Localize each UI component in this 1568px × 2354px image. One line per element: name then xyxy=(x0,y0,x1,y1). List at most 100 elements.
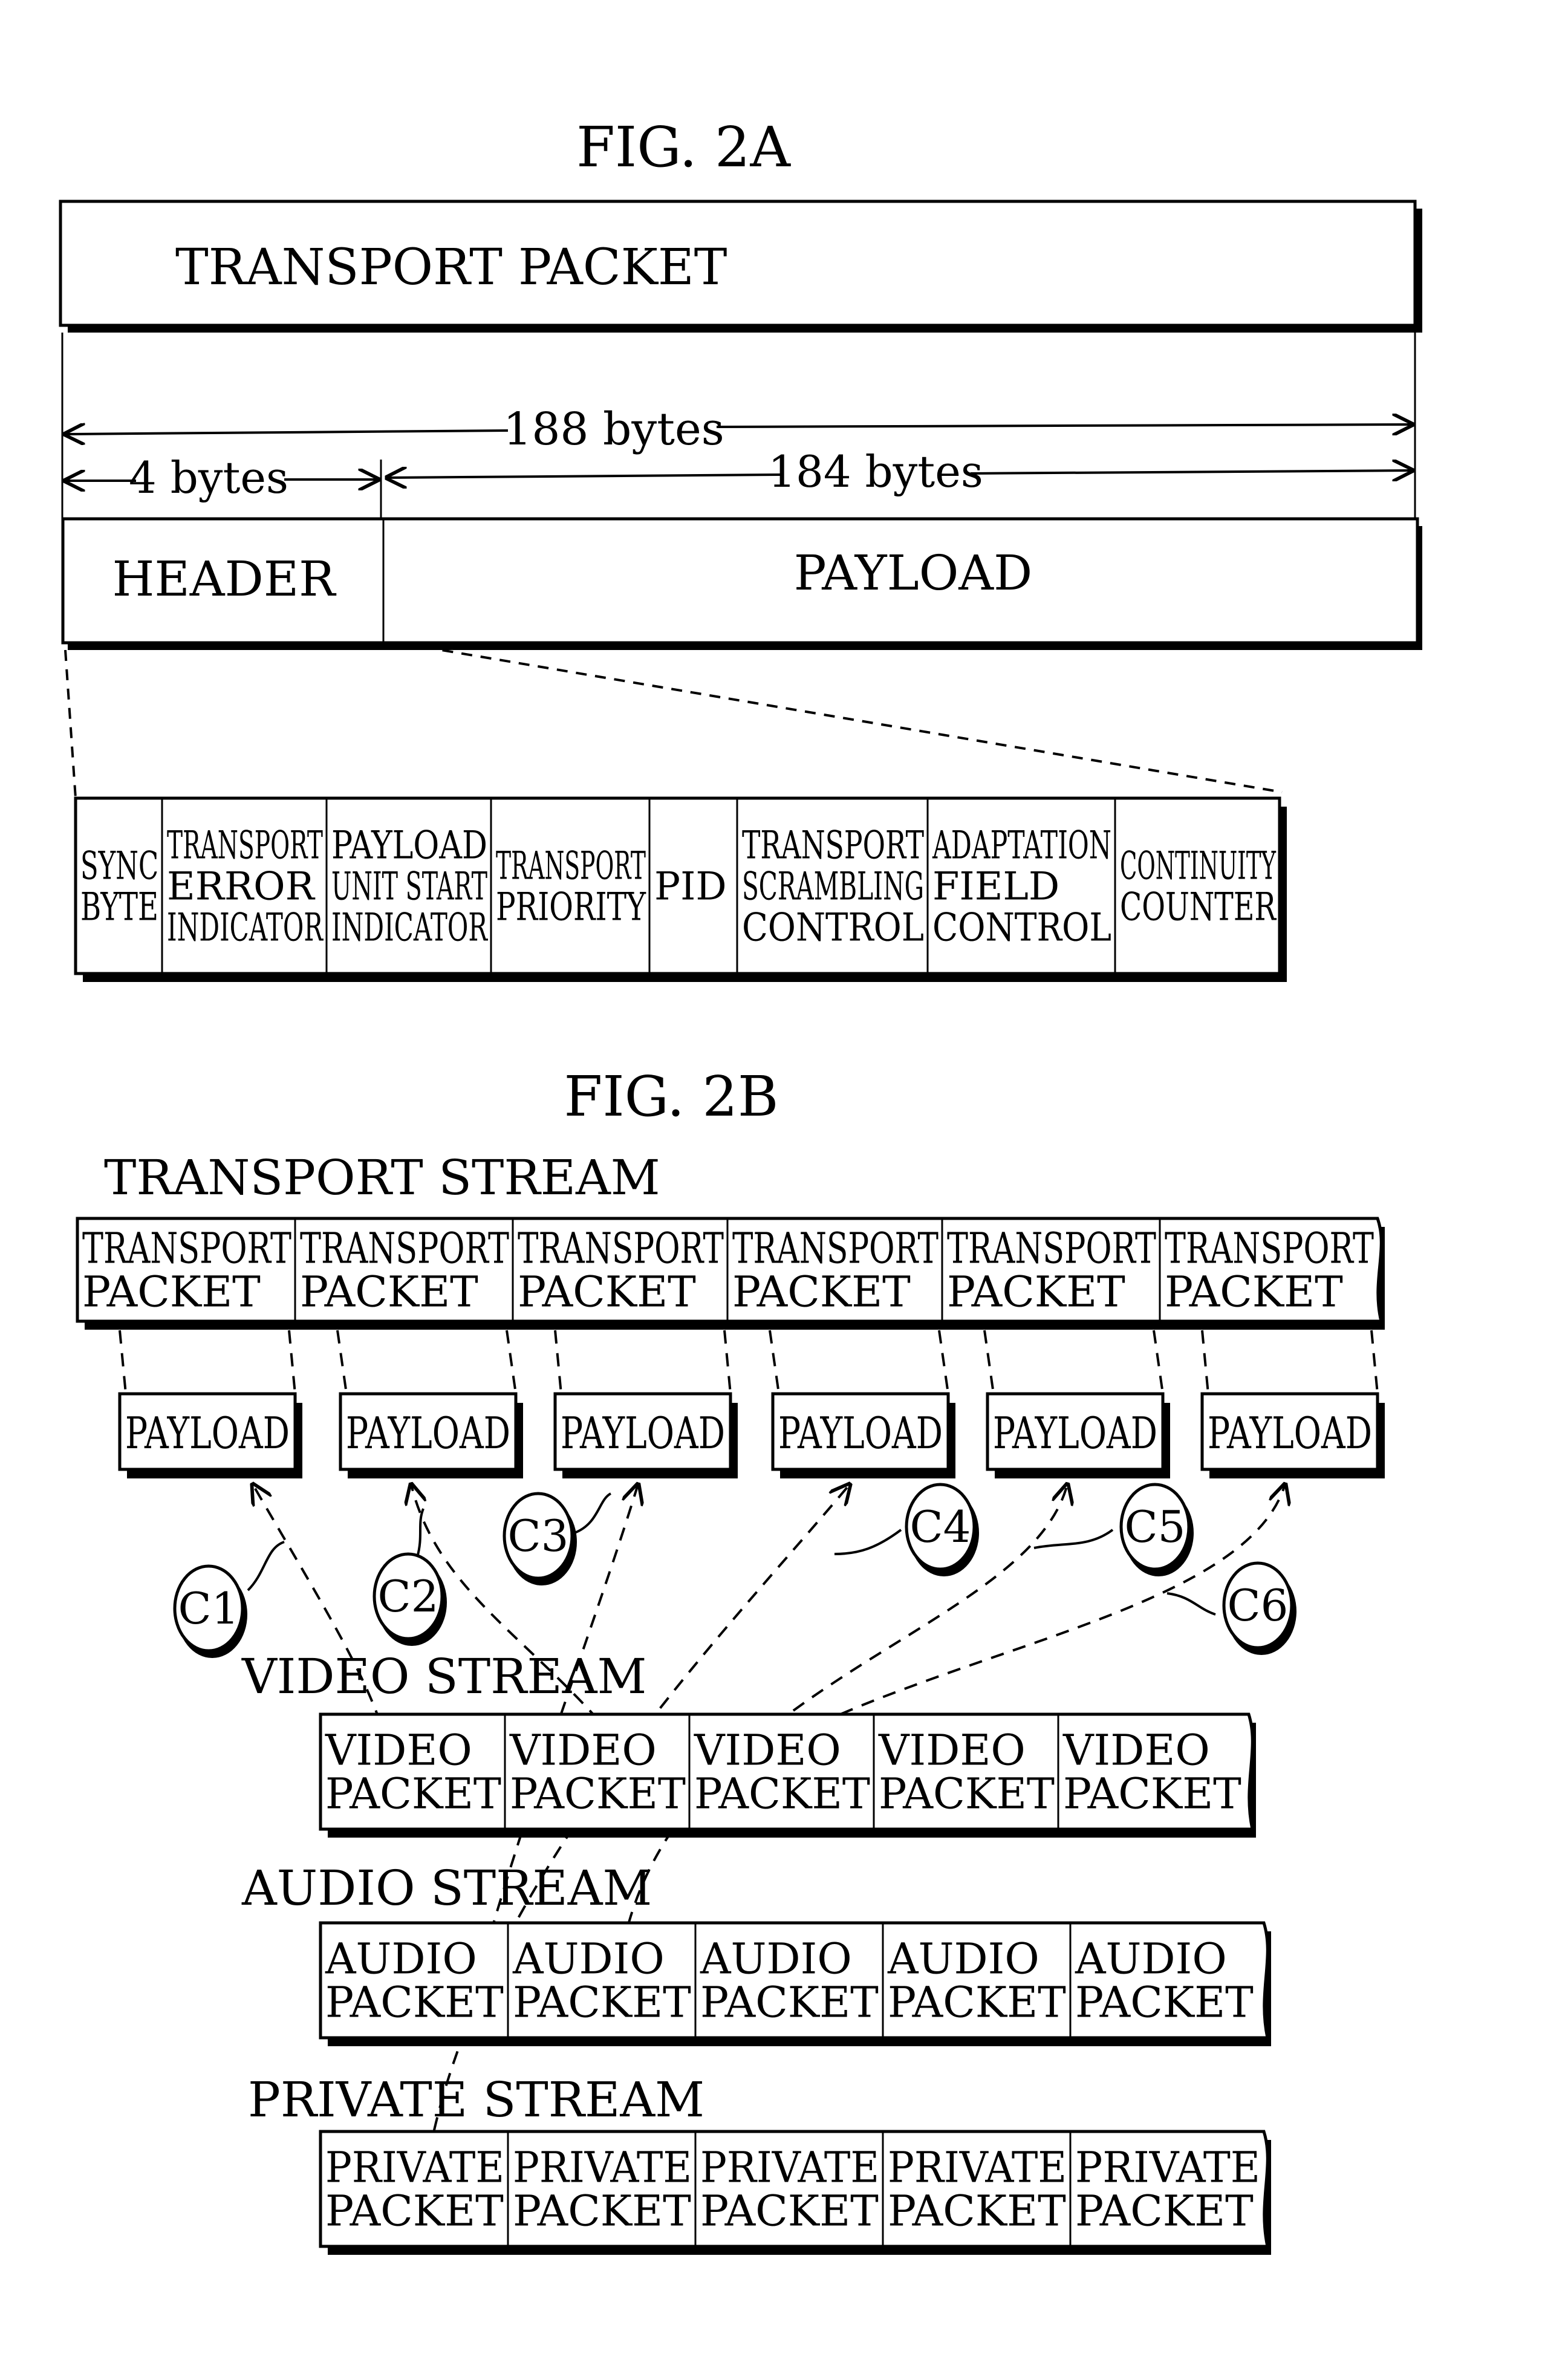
private-packet-text: PRIVATE xyxy=(513,2143,692,2193)
transport-packet-text: TRANSPORT xyxy=(732,1224,939,1273)
extraction-line xyxy=(723,1330,732,1394)
transport-packet-text: TRANSPORT xyxy=(300,1224,509,1273)
audio-packet: AUDIOPACKET xyxy=(882,1923,1066,2038)
connection-label-c4: C4 xyxy=(834,1483,979,1576)
payload-box: PAYLOAD xyxy=(118,1392,302,1478)
payload-box-label: PAYLOAD xyxy=(561,1408,725,1458)
audio-packet-text: AUDIO xyxy=(700,1934,852,1984)
header-field-text: TRANSPORT xyxy=(742,823,924,868)
private-packet-text: PACKET xyxy=(1075,2187,1254,2236)
transport-packet: TRANSPORTPACKET xyxy=(512,1218,724,1321)
connection-labels: C1 C2 C3 C4 C5 C6 xyxy=(173,1483,1296,1658)
transport-packet-text: TRANSPORT xyxy=(518,1224,724,1273)
transport-packet: TRANSPORTPACKET xyxy=(726,1218,939,1321)
private-packet-text: PRIVATE xyxy=(700,2143,879,2193)
extraction-line xyxy=(1370,1330,1379,1394)
audio-packet-text: PACKET xyxy=(1075,1978,1254,2027)
patent-figure: FIG. 2A TRANSPORT PACKET 188 bytes 4 byt… xyxy=(59,115,1422,2255)
private-packet-text: PACKET xyxy=(888,2187,1066,2236)
extraction-line xyxy=(554,1330,562,1394)
transport-packet: TRANSPORTPACKET xyxy=(941,1218,1156,1321)
audio-packet: AUDIOPACKET xyxy=(1069,1923,1254,2038)
video-packet-text: VIDEO xyxy=(694,1726,841,1775)
audio-packet-text: PACKET xyxy=(888,1978,1066,2027)
audio-packet-text: AUDIO xyxy=(512,1934,665,1984)
audio-packet-text: PACKET xyxy=(325,1978,504,2027)
transport-packet-text: TRANSPORT xyxy=(82,1224,291,1273)
audio-packet-text: PACKET xyxy=(513,1978,691,2027)
payload-label: PAYLOAD xyxy=(794,545,1032,601)
private-packet-text: PRIVATE xyxy=(325,2143,504,2193)
header-field-text: CONTROL xyxy=(742,905,924,950)
header-field-text: BYTE xyxy=(80,885,158,929)
video-packet-text: PACKET xyxy=(510,1769,686,1819)
header-field-text: COUNTER xyxy=(1120,885,1277,929)
video-packet-text: PACKET xyxy=(1063,1769,1241,1819)
extraction-line xyxy=(288,1330,296,1394)
header-label: HEADER xyxy=(112,551,337,607)
video-packet-text: VIDEO xyxy=(878,1726,1026,1775)
header-field: TRANSPORTSCRAMBLINGCONTROL xyxy=(736,798,924,974)
transport-packet-text: PACKET xyxy=(947,1267,1125,1317)
dimension-188 xyxy=(65,424,1412,434)
payload-box-label: PAYLOAD xyxy=(346,1408,510,1458)
header-field: PAYLOADUNIT STARTINDICATOR xyxy=(325,798,488,974)
header-fields-row: SYNCBYTE TRANSPORT ERRORINDICATORPAYLOADUN… xyxy=(74,796,1287,982)
header-field-text: SYNC xyxy=(80,844,158,888)
transport-packet: TRANSPORTPACKET xyxy=(1159,1218,1374,1321)
transport-packet-text: TRANSPORT xyxy=(947,1224,1156,1273)
payload-box-label: PAYLOAD xyxy=(1208,1408,1372,1458)
connection-label-c2: C2 xyxy=(372,1508,447,1646)
payload-box: PAYLOAD xyxy=(553,1392,738,1478)
extraction-line xyxy=(1153,1330,1164,1394)
transport-packet-label: TRANSPORT PACKET xyxy=(175,239,727,296)
audio-packet: AUDIOPACKET xyxy=(325,1934,504,2027)
connection-label-c5: C5 xyxy=(1033,1483,1194,1576)
connection-label-c3: C3 xyxy=(503,1492,612,1585)
payload-extraction-lines xyxy=(119,1330,1379,1394)
audio-packet-text: AUDIO xyxy=(325,1934,477,1984)
payload-row: PAYLOAD PAYLOAD PAYLOAD PAYLOAD PAYLOAD PAYLO… xyxy=(118,1392,1385,1478)
transport-packet: TRANSPORTPACKET xyxy=(82,1224,291,1317)
header-field-text: INDICATOR xyxy=(167,905,324,950)
transport-packet-text: PACKET xyxy=(1165,1267,1343,1317)
header-field-text: ADAPTATION xyxy=(932,823,1111,868)
audio-packet-text: AUDIO xyxy=(887,1934,1039,1984)
private-packet-text: PACKET xyxy=(513,2187,691,2236)
expansion-line-right xyxy=(423,646,1283,793)
fig-2a-title: FIG. 2A xyxy=(576,115,791,180)
payload-box-label: PAYLOAD xyxy=(778,1408,943,1458)
audio-packet: AUDIOPACKET xyxy=(694,1923,879,2038)
total-size-label: 188 bytes xyxy=(503,403,724,455)
connection-label-text: C4 xyxy=(910,1501,971,1552)
transport-packet: TRANSPORTPACKET xyxy=(294,1218,509,1321)
extraction-line xyxy=(1201,1330,1209,1394)
private-packet-text: PRIVATE xyxy=(888,2143,1067,2193)
extraction-line xyxy=(336,1330,348,1394)
private-packet: PRIVATEPACKET xyxy=(694,2131,879,2246)
video-stream-label: VIDEO STREAM xyxy=(241,1648,646,1705)
private-stream-label: PRIVATE STREAM xyxy=(248,2072,704,2128)
extraction-line xyxy=(119,1330,127,1394)
header-field-text: FIELD xyxy=(932,864,1059,909)
transport-stream-label: TRANSPORT STREAM xyxy=(104,1149,660,1206)
header-field: SYNCBYTE xyxy=(80,844,158,929)
connection-label-text: C5 xyxy=(1125,1501,1186,1552)
header-field-text: CONTINUITY xyxy=(1120,844,1276,888)
audio-stream-row: AUDIOPACKETAUDIOPACKETAUDIOPACKETAUDIOPA… xyxy=(319,1921,1271,2046)
video-packet-text: VIDEO xyxy=(1062,1726,1210,1775)
transport-packet-text: PACKET xyxy=(732,1267,911,1317)
extraction-line xyxy=(506,1330,517,1394)
audio-packet-text: PACKET xyxy=(700,1978,879,2027)
connection-label-text: C2 xyxy=(378,1571,439,1622)
connection-label-c1: C1 xyxy=(173,1541,285,1658)
payload-size-label: 184 bytes xyxy=(768,446,983,497)
private-packet: PRIVATEPACKET xyxy=(507,2131,692,2246)
header-field-text: CONTROL xyxy=(932,905,1111,950)
payload-box: PAYLOAD xyxy=(986,1392,1170,1478)
transport-packet-text: PACKET xyxy=(300,1267,478,1317)
transport-stream-row: TRANSPORTPACKETTRANSPORTPACKETTRANSPORTP… xyxy=(76,1217,1385,1330)
header-field-text: ERROR xyxy=(167,864,316,909)
video-packet-text: VIDEO xyxy=(325,1726,472,1775)
header-field-text: SCRAMBLING xyxy=(742,864,924,909)
